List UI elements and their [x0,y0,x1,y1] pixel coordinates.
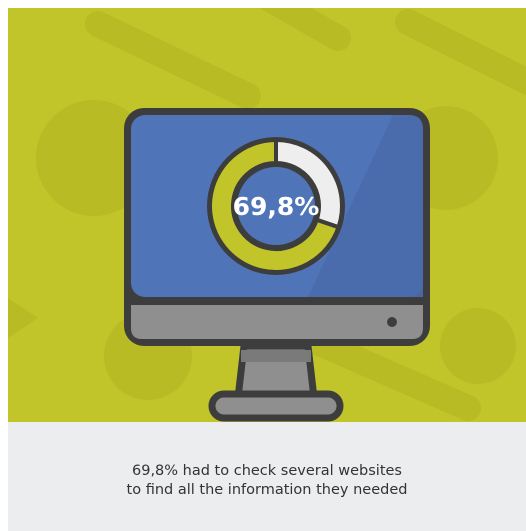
caption-line-1: 69,8% had to check several websites [132,463,402,479]
caption-line-2: to find all the information they needed [126,482,408,498]
infographic-card: 69,8% 69,8% had to check several website… [8,8,526,531]
caption-text: 69,8% had to check several websites to f… [8,462,526,500]
donut-chart: 69,8% [207,137,345,275]
illustration-panel: 69,8% [8,8,526,422]
power-button-icon [387,317,397,327]
stat-value: 69,8% [233,192,320,221]
caption-panel: 69,8% had to check several websites to f… [8,422,526,531]
